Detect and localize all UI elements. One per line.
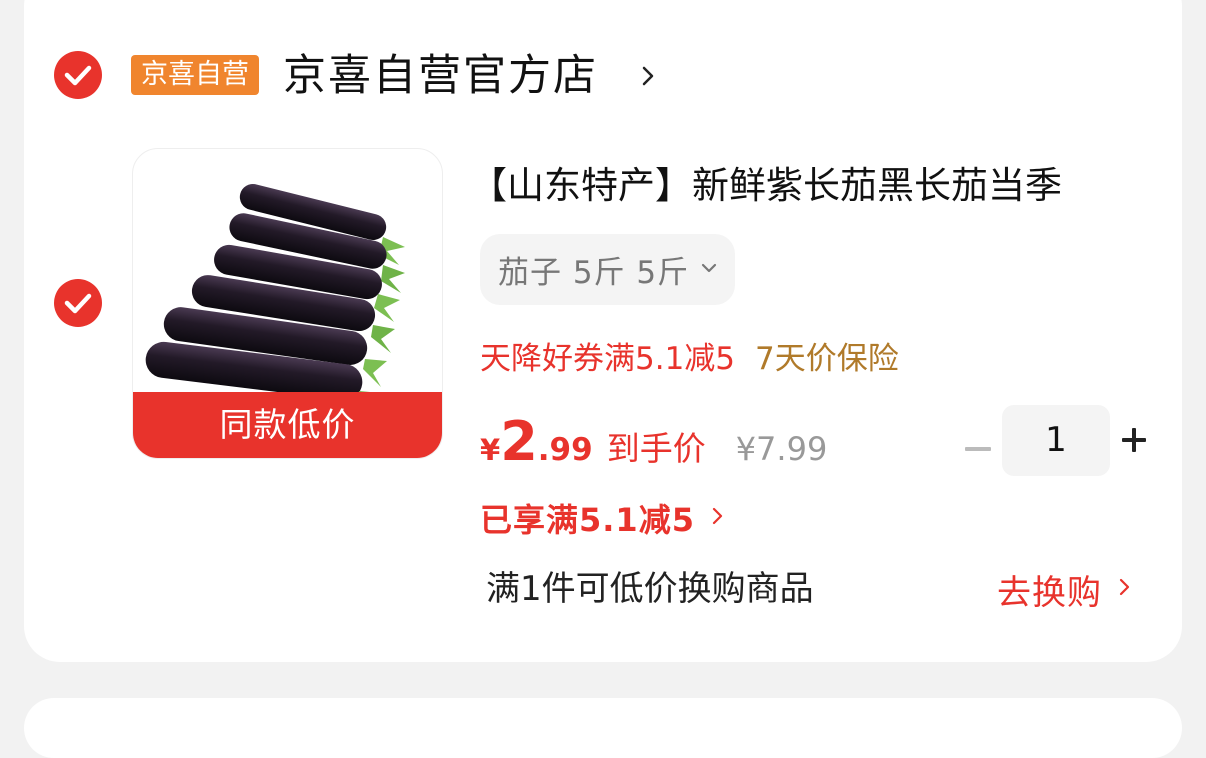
store-chevron-right-icon[interactable] <box>636 62 660 94</box>
chevron-down-icon <box>699 260 719 279</box>
price-integer: 2 <box>500 410 538 473</box>
check-icon <box>64 65 92 86</box>
go-exchange-label: 去换购 <box>997 572 1102 613</box>
store-select-checkbox[interactable] <box>54 51 102 99</box>
item-select-checkbox[interactable] <box>54 279 102 327</box>
quantity-decrease-button[interactable] <box>965 438 991 457</box>
price-currency: ¥ <box>480 433 501 467</box>
price-insurance-tag: 7天价保险 <box>755 341 899 377</box>
chevron-right-icon <box>1118 575 1132 603</box>
same-style-low-price-label: 同款低价 <box>133 392 442 458</box>
price-decimal: .99 <box>537 432 593 468</box>
store-name-link[interactable]: 京喜自营官方店 <box>283 50 598 102</box>
original-price: ¥7.99 <box>735 430 828 468</box>
next-store-card <box>24 698 1182 758</box>
plus-icon <box>1122 428 1146 452</box>
promo-row: 天降好券满5.1减5 7天价保险 <box>480 337 899 381</box>
check-icon <box>64 293 92 314</box>
discount-detail-link[interactable]: 已享满5.1减5 <box>480 496 725 540</box>
coupon-promo-tag: 天降好券满5.1减5 <box>480 341 736 377</box>
go-exchange-button[interactable]: 去换购 <box>997 566 1132 613</box>
minus-icon <box>965 447 991 451</box>
enjoyed-discount-text: 已享满5.1减5 <box>480 501 695 539</box>
price-row: ¥2.99 到手价 ¥7.99 <box>480 412 827 472</box>
product-thumbnail[interactable]: 同款低价 <box>132 148 443 459</box>
exchange-offer-text: 满1件可低价换购商品 <box>486 569 814 609</box>
product-title[interactable]: 【山东特产】新鲜紫长茄黑长茄当季 <box>470 162 1062 210</box>
quantity-increase-button[interactable] <box>1120 426 1148 458</box>
quantity-input[interactable]: 1 <box>1002 405 1110 476</box>
spec-selector[interactable]: 茄子 5斤 5斤 <box>480 234 736 305</box>
spec-text: 茄子 5斤 5斤 <box>498 255 690 291</box>
store-badge: 京喜自营 <box>131 55 259 95</box>
final-price-label: 到手价 <box>606 429 706 468</box>
chevron-right-icon <box>711 504 725 532</box>
